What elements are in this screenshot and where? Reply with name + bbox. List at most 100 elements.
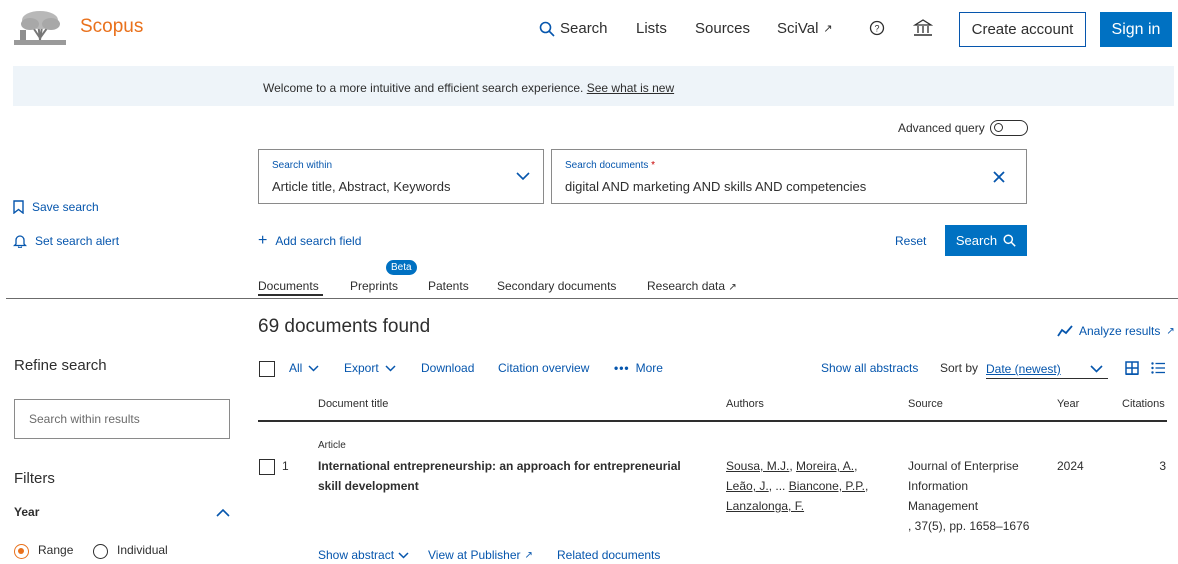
banner-text: Welcome to a more intuitive and efficien… xyxy=(263,81,584,95)
save-search-label: Save search xyxy=(32,200,99,214)
nav-search[interactable]: Search xyxy=(539,20,608,37)
results-count: 69 documents found xyxy=(258,316,431,337)
individual-radio[interactable]: Individual xyxy=(93,543,183,561)
beta-badge: Beta xyxy=(386,260,417,275)
tab-preprints[interactable]: Preprints xyxy=(350,279,398,293)
toggle-knob xyxy=(994,123,1003,132)
institution-icon[interactable] xyxy=(912,19,934,40)
bell-icon xyxy=(13,235,27,248)
author-link[interactable]: Biancone, P.P. xyxy=(789,479,865,493)
set-search-alert-label: Set search alert xyxy=(35,234,120,248)
all-dropdown[interactable]: All xyxy=(289,361,319,375)
download-button[interactable]: Download xyxy=(421,361,474,375)
document-type: Article xyxy=(318,440,346,451)
clear-icon[interactable] xyxy=(993,171,1005,183)
author-ellipsis: , ... xyxy=(768,479,786,493)
row-checkbox[interactable] xyxy=(259,459,275,475)
search-within-label: Search within xyxy=(272,160,333,171)
elsevier-logo[interactable] xyxy=(12,8,68,48)
nav-lists[interactable]: Lists xyxy=(636,20,667,37)
view-at-publisher-link[interactable]: View at Publisher ↗ xyxy=(428,548,533,562)
source-line: Information xyxy=(908,479,969,493)
tab-documents[interactable]: Documents xyxy=(258,279,319,293)
select-all-checkbox[interactable] xyxy=(259,361,275,377)
author-link[interactable]: Lanzalonga, F. xyxy=(726,499,804,513)
create-account-button[interactable]: Create account xyxy=(959,12,1086,47)
plus-icon: + xyxy=(258,232,268,249)
more-button[interactable]: ••• More xyxy=(614,361,663,375)
individual-radio-dot xyxy=(93,544,108,559)
show-abstract-button[interactable]: Show abstract xyxy=(318,548,409,562)
tab-research-data-label: Research data xyxy=(647,279,726,293)
search-documents-field[interactable]: Search documents * digital AND marketing… xyxy=(551,149,1027,204)
nav-sources[interactable]: Sources xyxy=(695,20,750,37)
view-at-publisher-label: View at Publisher xyxy=(428,548,521,562)
column-header-citations: Citations xyxy=(1122,398,1165,410)
author-link[interactable]: Sousa, M.J. xyxy=(726,459,789,473)
show-all-abstracts-button[interactable]: Show all abstracts xyxy=(821,361,918,375)
citation-overview-button[interactable]: Citation overview xyxy=(498,361,589,375)
save-search-link[interactable]: Save search xyxy=(13,200,99,214)
add-search-field-label: Add search field xyxy=(275,234,362,248)
help-icon[interactable]: ? xyxy=(869,20,885,39)
sort-value: Date (newest) xyxy=(986,362,1061,376)
add-search-field-button[interactable]: + Add search field xyxy=(258,232,362,249)
sort-select[interactable]: Date (newest) xyxy=(986,361,1108,379)
chevron-down-icon xyxy=(385,364,396,372)
document-title-line-1: International entrepreneurship: an appro… xyxy=(318,459,681,473)
document-title-line-2: skill development xyxy=(318,479,419,493)
grid-view-icon[interactable] xyxy=(1125,361,1139,375)
list-view-icon[interactable] xyxy=(1151,362,1165,374)
search-icon xyxy=(1003,234,1016,247)
chevron-down-icon xyxy=(308,364,319,372)
advanced-query-label: Advanced query xyxy=(898,121,985,135)
search-within-results-input[interactable]: Search within results xyxy=(14,399,230,439)
related-documents-link[interactable]: Related documents xyxy=(557,548,660,562)
column-header-year: Year xyxy=(1057,398,1080,410)
range-radio[interactable]: Range xyxy=(14,543,94,561)
author-separator: , xyxy=(789,459,793,473)
svg-text:?: ? xyxy=(874,24,879,34)
source-line: , 37(5), pp. 1658–1676 xyxy=(908,519,1030,533)
sort-by-label: Sort by xyxy=(940,361,979,375)
filters-heading: Filters xyxy=(14,470,55,487)
sign-in-button[interactable]: Sign in xyxy=(1100,12,1172,47)
reset-button[interactable]: Reset xyxy=(895,234,926,248)
search-button[interactable]: Search xyxy=(945,225,1027,256)
source-line: Management xyxy=(908,499,979,513)
analyze-results-link[interactable]: Analyze results ↗ xyxy=(1057,324,1175,338)
range-radio-dot xyxy=(14,544,29,559)
tab-research-data[interactable]: Research data ↗ xyxy=(647,279,737,293)
nav-scival[interactable]: SciVal ↗ xyxy=(777,20,833,37)
chevron-up-icon[interactable] xyxy=(216,508,230,517)
document-title-link[interactable]: International entrepreneurship: an appro… xyxy=(318,456,718,496)
external-link-icon: ↗ xyxy=(1166,325,1175,337)
search-within-select[interactable]: Search within Article title, Abstract, K… xyxy=(258,149,544,204)
search-within-value: Article title, Abstract, Keywords xyxy=(272,179,451,194)
brand-name[interactable]: Scopus xyxy=(80,16,143,38)
tab-secondary-documents[interactable]: Secondary documents xyxy=(497,279,616,293)
range-radio-label: Range xyxy=(38,543,74,557)
external-link-icon: ↗ xyxy=(728,282,737,293)
chevron-down-icon xyxy=(1090,365,1103,373)
chevron-down-icon xyxy=(398,551,409,559)
tab-patents[interactable]: Patents xyxy=(428,279,469,293)
column-header-title: Document title xyxy=(318,398,389,410)
nav-scival-label: SciVal xyxy=(777,20,819,37)
set-search-alert-link[interactable]: Set search alert xyxy=(13,234,119,248)
citations-cell: 3 xyxy=(1159,459,1166,473)
analyze-results-label: Analyze results xyxy=(1079,324,1161,338)
source-cell: Journal of Enterprise Information Manage… xyxy=(908,456,1048,536)
author-link[interactable]: Leão, J. xyxy=(726,479,769,493)
search-button-label: Search xyxy=(955,233,998,248)
see-what-is-new-link[interactable]: See what is new xyxy=(587,81,674,95)
search-documents-input[interactable]: digital AND marketing AND skills AND com… xyxy=(565,179,866,194)
export-dropdown[interactable]: Export xyxy=(344,361,396,375)
advanced-query-toggle[interactable] xyxy=(990,120,1028,136)
author-link[interactable]: Moreira, A. xyxy=(796,459,854,473)
table-header-divider xyxy=(258,420,1167,422)
more-dots-icon: ••• xyxy=(614,361,630,375)
tabs-divider xyxy=(6,298,1178,299)
column-header-source: Source xyxy=(908,398,943,410)
banner-message: Welcome to a more intuitive and efficien… xyxy=(263,81,674,95)
